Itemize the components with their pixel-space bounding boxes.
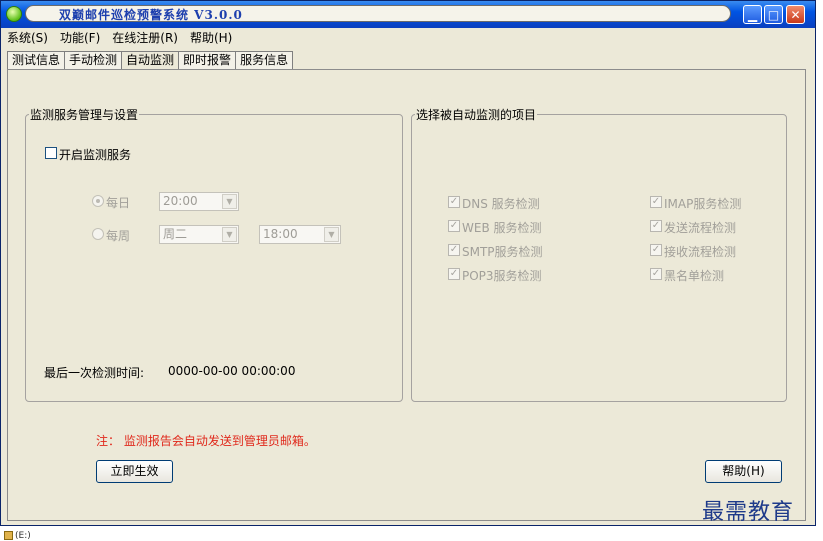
chevron-down-icon: ▼ (324, 227, 339, 242)
web-check-label: WEB 服务检测 (462, 221, 542, 235)
tab-test-info[interactable]: 测试信息 (7, 51, 66, 69)
minimize-button[interactable]: ▁ (743, 5, 762, 24)
app-logo-icon (6, 6, 22, 22)
email-note: 注： 监测报告会自动发送到管理员邮箱。 (96, 434, 316, 448)
weekly-time-value: 18:00 (263, 227, 298, 241)
smtp-check-label: SMTP服务检测 (462, 245, 543, 259)
tab-manual-check[interactable]: 手动检测 (64, 51, 123, 69)
weekly-day-select[interactable]: 周二 ▼ (159, 225, 239, 244)
window-title: 双巅邮件巡检预警系统 V3.0.0 (59, 8, 243, 22)
enable-service-label: 开启监测服务 (59, 148, 132, 162)
tab-auto-monitor[interactable]: 自动监测 (121, 51, 180, 69)
auto-monitor-panel: 监测服务管理与设置 开启监测服务 每日 20:00 ▼ 每周 周二 ▼ 18:0… (7, 69, 806, 521)
title-bar[interactable]: 双巅邮件巡检预警系统 V3.0.0 ▁ □ ✕ (1, 1, 815, 28)
service-settings-legend: 监测服务管理与设置 (30, 108, 139, 122)
taskbar-item[interactable]: (E:) (4, 530, 31, 541)
menu-bar: 系统(S) 功能(F) 在线注册(R) 帮助(H) (1, 28, 815, 46)
folder-icon (4, 531, 13, 540)
weekly-label: 每周 (106, 229, 131, 243)
monitor-items-legend: 选择被自动监测的项目 (416, 108, 537, 122)
weekly-radio[interactable] (92, 228, 104, 240)
blacklist-check-label: 黑名单检测 (664, 269, 725, 283)
menu-register[interactable]: 在线注册(R) (106, 29, 184, 46)
taskbar-item-label: (E:) (15, 530, 31, 541)
enable-service-checkbox[interactable] (45, 147, 57, 159)
chevron-down-icon: ▼ (222, 227, 237, 242)
smtp-check-checkbox[interactable]: ✓ (448, 244, 460, 256)
imap-check-label: IMAP服务检测 (664, 197, 742, 211)
daily-time-select[interactable]: 20:00 ▼ (159, 192, 239, 211)
help-button[interactable]: 帮助(H) (705, 460, 782, 483)
blacklist-check-checkbox[interactable]: ✓ (650, 268, 662, 280)
menu-function[interactable]: 功能(F) (54, 29, 106, 46)
send-flow-label: 发送流程检测 (664, 221, 737, 235)
maximize-icon: □ (767, 7, 780, 22)
daily-radio[interactable] (92, 195, 104, 207)
daily-time-value: 20:00 (163, 194, 198, 208)
pop3-check-checkbox[interactable]: ✓ (448, 268, 460, 280)
minimize-icon: ▁ (747, 7, 758, 22)
apply-now-button[interactable]: 立即生效 (96, 460, 173, 483)
maximize-button[interactable]: □ (764, 5, 783, 24)
daily-label: 每日 (106, 196, 131, 210)
dns-check-checkbox[interactable]: ✓ (448, 196, 460, 208)
receive-flow-checkbox[interactable]: ✓ (650, 244, 662, 256)
menu-system[interactable]: 系统(S) (1, 29, 54, 46)
last-check-value: 0000-00-00 00:00:00 (168, 364, 296, 378)
receive-flow-label: 接收流程检测 (664, 245, 737, 259)
chevron-down-icon: ▼ (222, 194, 237, 209)
weekly-time-select[interactable]: 18:00 ▼ (259, 225, 341, 244)
imap-check-checkbox[interactable]: ✓ (650, 196, 662, 208)
close-icon: ✕ (790, 7, 801, 22)
watermark-text: 最需教育 (702, 500, 795, 525)
tab-strip: 测试信息 手动检测 自动监测 即时报警 服务信息 (7, 51, 294, 69)
pop3-check-label: POP3服务检测 (462, 269, 542, 283)
weekly-day-value: 周二 (163, 227, 188, 241)
dns-check-label: DNS 服务检测 (462, 197, 540, 211)
web-check-checkbox[interactable]: ✓ (448, 220, 460, 232)
tab-service-info[interactable]: 服务信息 (235, 51, 294, 69)
close-button[interactable]: ✕ (786, 5, 805, 24)
menu-help[interactable]: 帮助(H) (184, 29, 238, 46)
tab-instant-alarm[interactable]: 即时报警 (178, 51, 237, 69)
app-window: 双巅邮件巡检预警系统 V3.0.0 ▁ □ ✕ 系统(S) 功能(F) 在线注册… (0, 0, 816, 526)
last-check-label: 最后一次检测时间: (44, 366, 145, 380)
send-flow-checkbox[interactable]: ✓ (650, 220, 662, 232)
